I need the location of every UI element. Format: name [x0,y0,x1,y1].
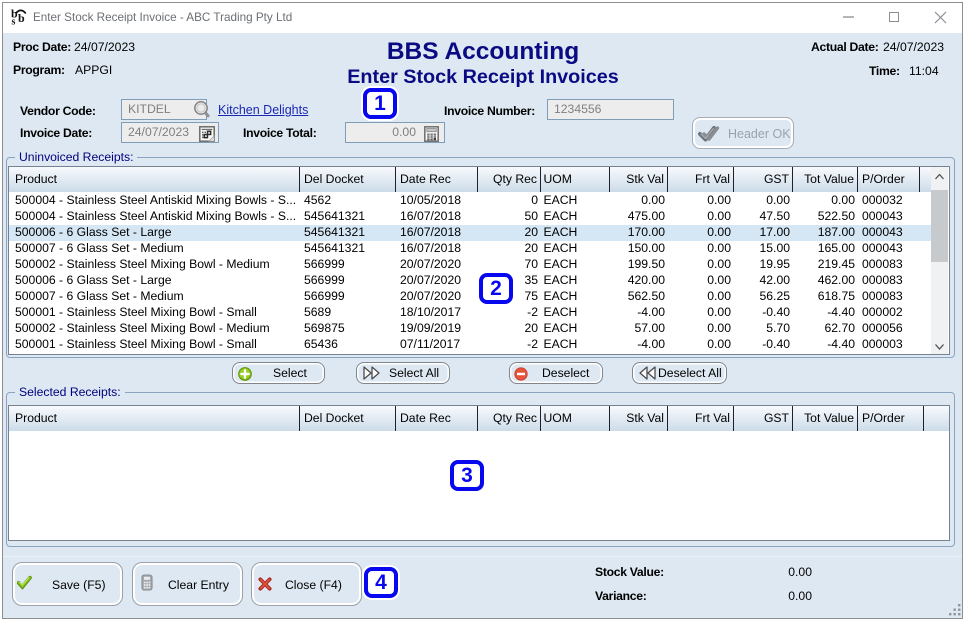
svg-text:b: b [18,11,25,25]
svg-text:s: s [12,17,16,27]
